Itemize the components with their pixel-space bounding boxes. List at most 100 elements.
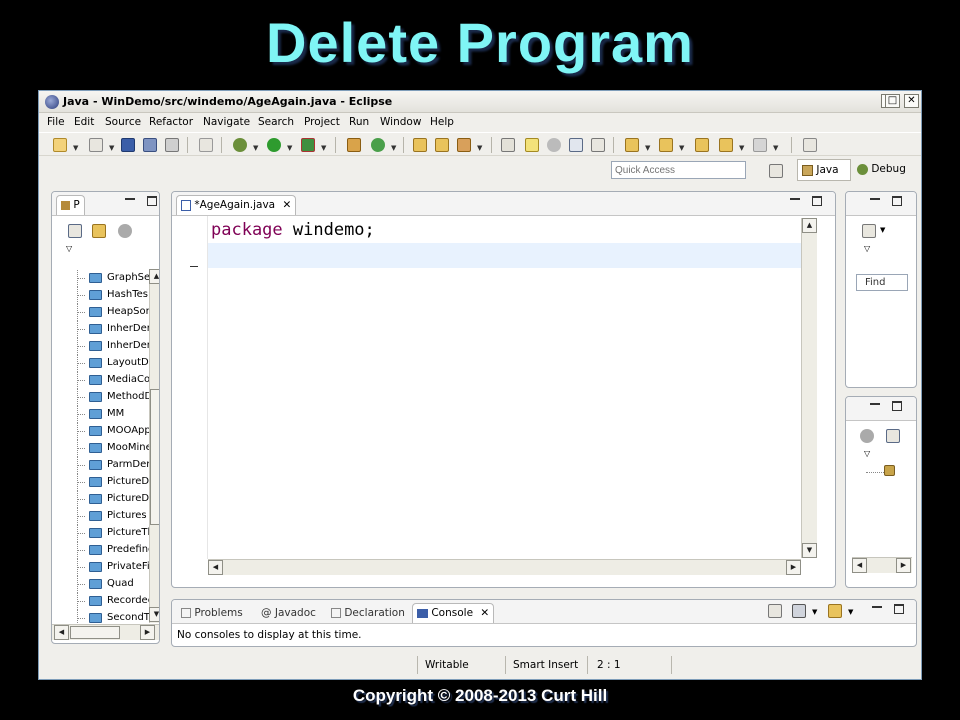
project-tree-item[interactable]: LayoutDe	[52, 355, 150, 372]
project-tree-item[interactable]: HeapSor	[52, 304, 150, 321]
back-dropdown-icon[interactable]: ▼	[739, 144, 744, 152]
project-tree-item[interactable]: GraphSe	[52, 270, 150, 287]
scroll-right-icon[interactable]: ▶	[140, 625, 155, 640]
outline-collapse-icon[interactable]	[886, 429, 900, 443]
menu-source[interactable]: Source	[105, 116, 141, 128]
search-tool-dropdown-icon[interactable]: ▼	[477, 144, 482, 152]
task-minimize-icon[interactable]	[870, 198, 880, 200]
hscroll-thumb[interactable]	[70, 626, 120, 639]
project-tree-item[interactable]: MediaCo	[52, 372, 150, 389]
debug-icon[interactable]	[233, 138, 247, 152]
editor-scroll-down-icon[interactable]: ▼	[802, 543, 817, 558]
tab-problems[interactable]: Problems	[176, 603, 248, 623]
scroll-up-icon[interactable]: ▲	[149, 269, 159, 284]
project-tree-item[interactable]: InherDer	[52, 321, 150, 338]
outline-maximize-icon[interactable]	[892, 401, 902, 411]
tab-package-explorer[interactable]: P	[56, 195, 85, 215]
project-tree-item[interactable]: ParmDen	[52, 457, 150, 474]
menu-search[interactable]: Search	[258, 116, 294, 128]
previous-annotation-dropdown-icon[interactable]: ▼	[679, 144, 684, 152]
editor-maximize-icon[interactable]	[812, 196, 822, 206]
menu-help[interactable]: Help	[430, 116, 454, 128]
maximize-icon[interactable]	[147, 196, 157, 206]
block-selection-icon[interactable]	[547, 138, 561, 152]
show-whitespace-icon[interactable]	[591, 138, 605, 152]
maximize-button[interactable]: □	[885, 94, 900, 108]
project-tree-item[interactable]: InherDer	[52, 338, 150, 355]
external-tools-dropdown-icon[interactable]: ▼	[321, 144, 326, 152]
show-source-icon[interactable]	[569, 138, 583, 152]
pin-editor-icon[interactable]	[803, 138, 817, 152]
menu-refactor[interactable]: Refactor	[149, 116, 193, 128]
run-icon[interactable]	[267, 138, 281, 152]
search-tool-icon[interactable]	[457, 138, 471, 152]
outline-horizontal-scrollbar[interactable]: ◀ ▶	[852, 557, 912, 573]
code-line[interactable]: package windemo;	[208, 218, 801, 243]
project-tree-item[interactable]: HashTes	[52, 287, 150, 304]
collapse-all-icon[interactable]	[68, 224, 82, 238]
forward-dropdown-icon[interactable]: ▼	[773, 144, 778, 152]
console-maximize-icon[interactable]	[894, 604, 904, 614]
tab-agea-again-java[interactable]: *AgeAgain.java ✕	[176, 195, 297, 215]
close-button[interactable]: ✕	[904, 94, 919, 108]
console-minimize-icon[interactable]	[872, 606, 882, 608]
menu-project[interactable]: Project	[304, 116, 340, 128]
outline-menu-chevron-icon[interactable]: ▽	[864, 449, 870, 458]
annotation-icon[interactable]	[501, 138, 515, 152]
open-type-icon[interactable]	[413, 138, 427, 152]
project-tree-item[interactable]: MM	[52, 406, 150, 423]
outline-filter-icon[interactable]	[860, 429, 874, 443]
menu-run[interactable]: Run	[349, 116, 369, 128]
project-tree-item[interactable]: PrivateFi	[52, 559, 150, 576]
project-tree-item[interactable]: Recordec	[52, 593, 150, 610]
menu-navigate[interactable]: Navigate	[203, 116, 250, 128]
previous-annotation-icon[interactable]	[659, 138, 673, 152]
print-icon[interactable]	[165, 138, 179, 152]
outline-scroll-left-icon[interactable]: ◀	[852, 558, 867, 573]
outline-minimize-icon[interactable]	[870, 403, 880, 405]
tab-console[interactable]: Console ✕	[412, 603, 495, 623]
scroll-down-icon[interactable]: ▼	[149, 607, 159, 622]
explorer-vertical-scrollbar[interactable]: ▲ ▼	[149, 269, 159, 623]
back-icon[interactable]	[719, 138, 733, 152]
minimize-icon[interactable]	[125, 198, 135, 200]
new-task-dropdown-icon[interactable]: ▼	[880, 226, 885, 234]
editor-scroll-right-icon[interactable]: ▶	[786, 560, 801, 575]
display-console-dropdown-icon[interactable]: ▼	[812, 608, 817, 616]
new-console-icon[interactable]	[828, 604, 842, 618]
outline-scroll-right-icon[interactable]: ▶	[896, 558, 911, 573]
new-java-project-icon[interactable]	[347, 138, 361, 152]
close-console-tab-icon[interactable]: ✕	[480, 607, 489, 619]
new-class-wizard-icon[interactable]	[371, 138, 385, 152]
project-tree-item[interactable]: PictureTh	[52, 525, 150, 542]
perspective-java[interactable]: Java	[797, 159, 851, 181]
perspective-debug[interactable]: Debug	[853, 159, 913, 181]
new-icon[interactable]	[53, 138, 67, 152]
open-perspective-icon[interactable]	[769, 164, 783, 178]
code-line-current[interactable]	[208, 243, 801, 268]
project-tree-item[interactable]: PictureDe	[52, 474, 150, 491]
link-editor-icon[interactable]	[92, 224, 106, 238]
project-tree-item[interactable]: MOOApp	[52, 423, 150, 440]
save-all-icon[interactable]	[143, 138, 157, 152]
view-menu-icon[interactable]	[118, 224, 132, 238]
editor-horizontal-scrollbar[interactable]: ◀ ▶	[208, 559, 801, 575]
task-find-input[interactable]: Find	[856, 274, 908, 291]
project-tree-item[interactable]: Pictures	[52, 508, 150, 525]
next-annotation-dropdown-icon[interactable]: ▼	[645, 144, 650, 152]
forward-icon[interactable]	[753, 138, 767, 152]
save-icon[interactable]	[121, 138, 135, 152]
task-menu-chevron-icon[interactable]: ▽	[864, 244, 870, 253]
menu-file[interactable]: File	[47, 116, 65, 128]
task-maximize-icon[interactable]	[892, 196, 902, 206]
editor-minimize-icon[interactable]	[790, 198, 800, 200]
external-tools-icon[interactable]	[301, 138, 315, 152]
code-area[interactable]: package windemo;	[208, 218, 801, 558]
open-console-icon[interactable]	[768, 604, 782, 618]
editor-scroll-left-icon[interactable]: ◀	[208, 560, 223, 575]
new-dropdown-icon[interactable]: ▼	[73, 144, 78, 152]
new-class-dropdown-icon[interactable]: ▼	[109, 144, 114, 152]
mark-occurrences-icon[interactable]	[525, 138, 539, 152]
new-task-icon[interactable]	[862, 224, 876, 238]
new-console-dropdown-icon[interactable]: ▼	[848, 608, 853, 616]
